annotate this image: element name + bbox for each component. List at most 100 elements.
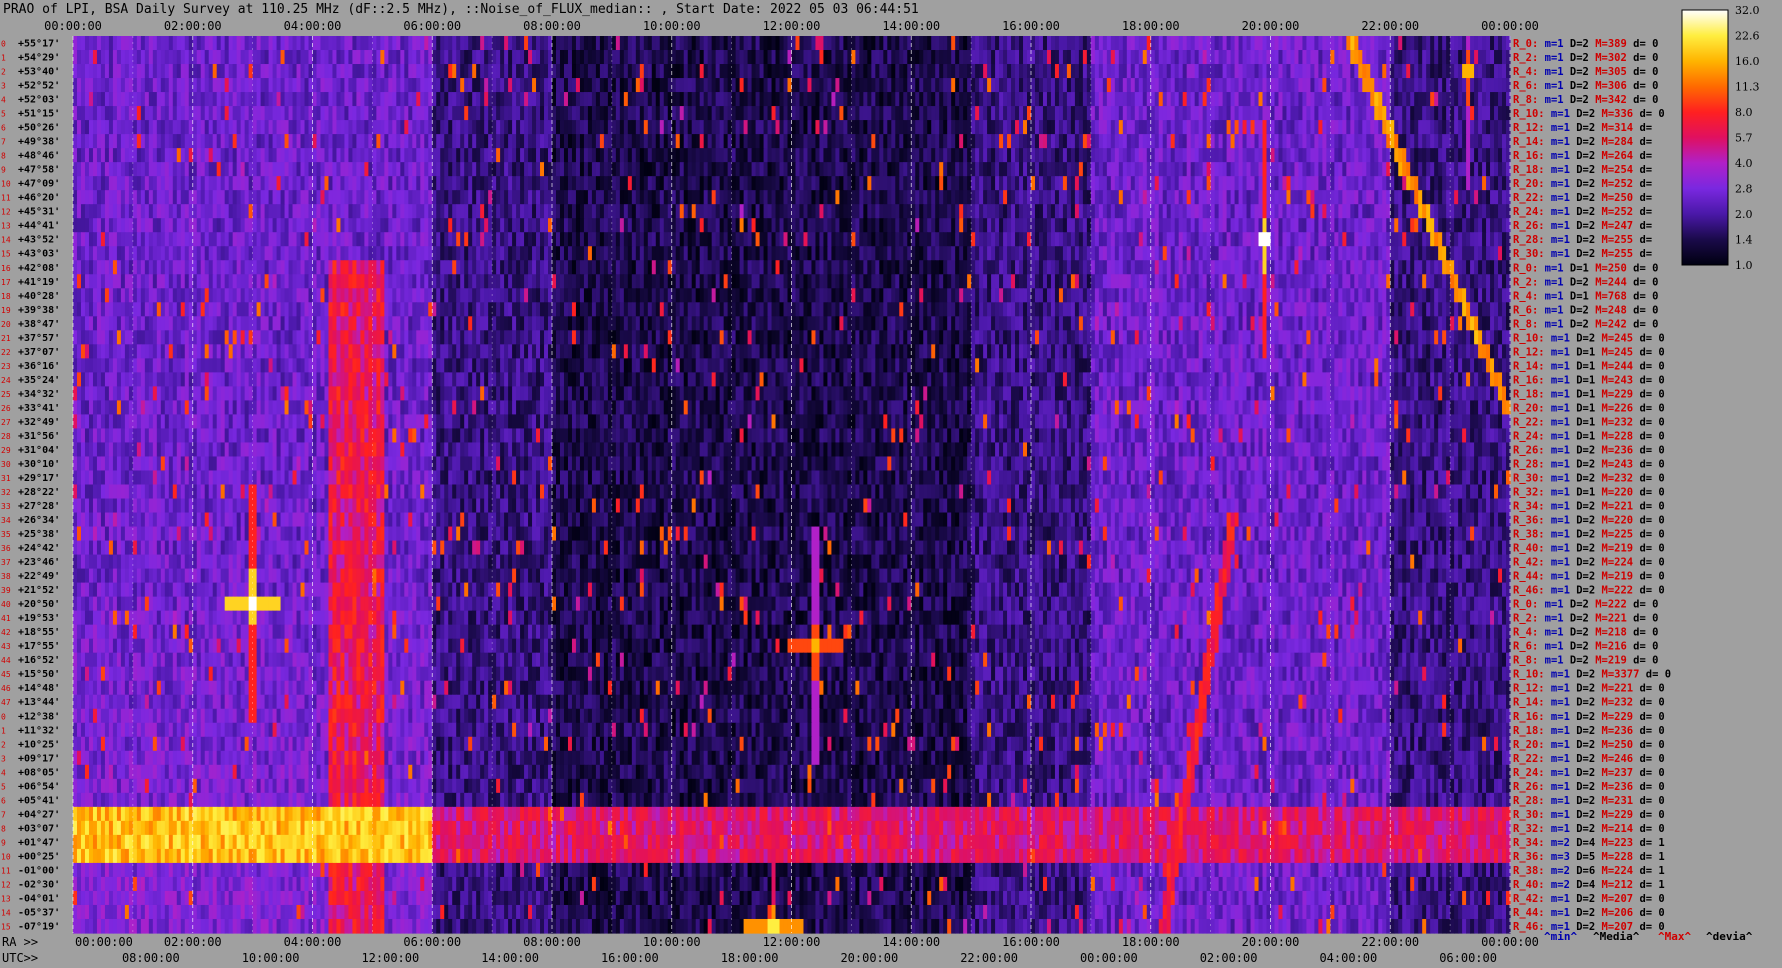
heatmap-cell (639, 162, 645, 177)
heatmap-cell (575, 190, 581, 205)
heatmap-cell (204, 176, 210, 191)
heatmap-cell (1011, 50, 1016, 65)
heatmap-cell (831, 120, 837, 135)
heatmap-cell (587, 176, 593, 191)
heatmap-cell (959, 78, 964, 93)
heatmap-cell (232, 134, 238, 149)
heatmap-cell (1114, 120, 1120, 135)
heatmap-cell (875, 50, 880, 65)
heatmap-cell (607, 176, 613, 191)
heatmap-cell (1318, 134, 1323, 149)
heatmap-cell (1498, 120, 1503, 135)
heatmap-cell (1178, 106, 1184, 121)
heatmap-cell (835, 92, 840, 107)
heatmap-cell (1270, 204, 1276, 219)
heatmap-cell (224, 120, 230, 135)
heatmap-cell (288, 148, 294, 163)
heatmap-cell (835, 176, 840, 191)
heatmap-cell (815, 120, 821, 135)
heatmap-cell (212, 162, 218, 177)
heatmap-cell (1230, 64, 1236, 79)
heatmap-cell (360, 106, 365, 121)
heatmap-cell (1494, 50, 1499, 65)
heatmap-cell (1498, 190, 1503, 205)
heatmap-cell (1286, 204, 1292, 219)
heatmap-cell (1498, 50, 1503, 65)
heatmap-cell (516, 176, 521, 191)
heatmap-cell (1090, 64, 1096, 79)
heatmap-cell (563, 36, 569, 51)
heatmap-cell (967, 50, 972, 65)
heatmap-cell (396, 64, 401, 79)
heatmap-cell (1134, 92, 1140, 107)
heatmap-cell (76, 78, 82, 93)
heatmap-cell (1458, 204, 1463, 219)
heatmap-cell (304, 134, 310, 149)
heatmap-cell (1003, 148, 1008, 163)
heatmap-cell (1254, 218, 1260, 233)
heatmap-cell (623, 120, 629, 135)
heatmap-cell (619, 148, 625, 163)
heatmap-cell (1118, 36, 1124, 51)
heatmap-cell (1226, 204, 1232, 219)
heatmap-cell (516, 162, 521, 177)
heatmap-cell (843, 134, 848, 149)
heatmap-cell (1106, 162, 1112, 177)
heatmap-cell (328, 78, 334, 93)
heatmap-cell (579, 78, 585, 93)
heatmap-cell (144, 78, 150, 93)
heatmap-cell (911, 148, 916, 163)
heatmap-cell (831, 162, 837, 177)
heatmap-cell (468, 64, 473, 79)
heatmap-cell (1114, 36, 1120, 51)
heatmap-cell (627, 218, 633, 233)
heatmap-cell (635, 120, 641, 135)
heatmap-cell (1270, 50, 1276, 65)
heatmap-cell (611, 190, 617, 205)
heatmap-cell (995, 50, 1000, 65)
heatmap-cell (1003, 204, 1008, 219)
heatmap-cell (755, 92, 761, 107)
heatmap-cell (528, 176, 533, 191)
heatmap-cell (1190, 106, 1196, 121)
heatmap-cell (456, 176, 461, 191)
heatmap-cell (1126, 176, 1132, 191)
heatmap-cell (1046, 134, 1052, 149)
heatmap-cell (1434, 176, 1439, 191)
heatmap-cell (927, 50, 932, 65)
heatmap-cell (995, 148, 1000, 163)
heatmap-cell (1362, 106, 1367, 121)
heatmap-cell (1082, 36, 1088, 51)
heatmap-cell (1390, 64, 1395, 79)
heatmap-cell (555, 162, 561, 177)
heatmap-cell (1254, 204, 1260, 219)
heatmap-cell (695, 106, 701, 121)
heatmap-cell (867, 218, 872, 233)
heatmap-cell (1462, 190, 1467, 205)
heatmap-cell (1062, 134, 1068, 149)
heatmap-cell (823, 190, 829, 205)
heatmap-cell (388, 64, 393, 79)
heatmap-cell (1302, 148, 1308, 163)
heatmap-cell (1050, 36, 1056, 51)
heatmap-cell (615, 162, 621, 177)
heatmap-cell (1226, 148, 1232, 163)
heatmap-cell (699, 106, 705, 121)
heatmap-cell (783, 148, 789, 163)
heatmap-cell (983, 50, 988, 65)
heatmap-cell (324, 176, 330, 191)
heatmap-cell (1422, 78, 1427, 93)
heatmap-cell (1214, 162, 1220, 177)
heatmap-cell (1142, 204, 1148, 219)
heatmap-cell (887, 36, 892, 51)
heatmap-cell (312, 162, 318, 177)
heatmap-cell (1003, 190, 1008, 205)
heatmap-cell (480, 162, 485, 177)
heatmap-cell (707, 78, 713, 93)
heatmap-cell (1318, 218, 1323, 233)
heatmap-cell (639, 176, 645, 191)
heatmap-cell (1394, 120, 1399, 135)
heatmap-cell (939, 120, 944, 135)
heatmap-cell (1198, 36, 1204, 51)
heatmap-cell (1182, 218, 1188, 233)
